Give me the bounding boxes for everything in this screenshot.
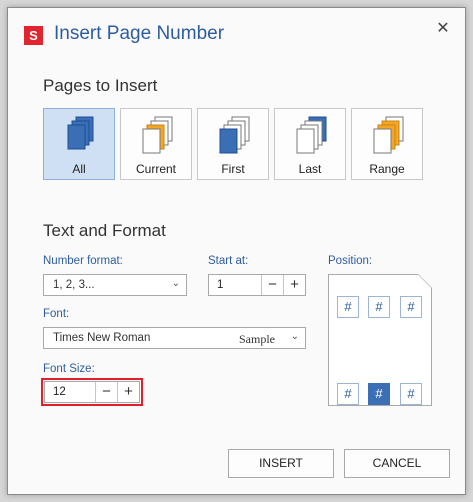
- font-size-stepper[interactable]: − +: [41, 378, 143, 406]
- font-size-decrement-button[interactable]: −: [95, 382, 117, 402]
- page-option-last[interactable]: Last: [274, 108, 346, 180]
- position-top-right-button[interactable]: #: [400, 296, 422, 318]
- position-bottom-left-button[interactable]: #: [337, 383, 359, 405]
- cancel-button[interactable]: CANCEL: [344, 449, 450, 478]
- dialog-title: Insert Page Number: [54, 23, 225, 44]
- start-at-input[interactable]: [209, 275, 261, 295]
- last-page-icon: [296, 116, 327, 154]
- page-option-all[interactable]: All: [43, 108, 115, 180]
- text-and-format-heading: Text and Format: [43, 221, 166, 240]
- start-at-decrement-button[interactable]: −: [261, 275, 283, 295]
- font-size-label: Font Size:: [43, 363, 95, 375]
- chevron-down-icon: ⌄: [290, 331, 299, 342]
- font-sample: Sample: [239, 332, 275, 346]
- start-at-label: Start at:: [208, 255, 249, 267]
- font-value: Times New Roman: [53, 332, 151, 344]
- position-top-left-button[interactable]: #: [337, 296, 359, 318]
- number-format-select[interactable]: 1, 2, 3... ⌄: [43, 274, 187, 296]
- app-logo: S: [24, 26, 43, 45]
- position-bottom-center-button[interactable]: #: [368, 383, 390, 405]
- first-page-icon: [219, 116, 250, 154]
- pages-to-insert-heading: Pages to Insert: [43, 76, 158, 95]
- number-format-label: Number format:: [43, 255, 123, 267]
- page-option-current[interactable]: Current: [120, 108, 192, 180]
- position-bottom-right-button[interactable]: #: [400, 383, 422, 405]
- chevron-down-icon: ⌄: [171, 278, 180, 289]
- number-format-value: 1, 2, 3...: [53, 279, 95, 291]
- page-option-label: Range: [369, 162, 405, 176]
- title-bar: S Insert Page Number ✕: [8, 8, 465, 60]
- insert-button[interactable]: INSERT: [228, 449, 334, 478]
- start-at-stepper[interactable]: − +: [208, 274, 306, 296]
- insert-page-number-dialog: S Insert Page Number ✕ Pages to Insert A…: [7, 7, 466, 495]
- position-top-center-button[interactable]: #: [368, 296, 390, 318]
- font-size-increment-button[interactable]: +: [117, 382, 139, 402]
- range-pages-icon: [373, 116, 404, 154]
- position-page-preview: # # # # # #: [328, 274, 432, 406]
- position-label: Position:: [328, 255, 373, 267]
- all-pages-icon: [67, 116, 94, 150]
- current-page-icon: [142, 116, 173, 154]
- page-option-label: Last: [298, 162, 322, 176]
- page-option-first[interactable]: First: [197, 108, 269, 180]
- page-option-label: All: [72, 162, 86, 176]
- page-fold: [418, 274, 432, 288]
- page-option-label: First: [221, 162, 245, 176]
- start-at-increment-button[interactable]: +: [283, 275, 305, 295]
- page-option-label: Current: [135, 162, 176, 176]
- font-label: Font:: [43, 308, 70, 320]
- font-select[interactable]: Times New Roman Sample ⌄: [43, 327, 306, 349]
- page-option-range[interactable]: Range: [351, 108, 423, 180]
- font-size-input[interactable]: [45, 382, 95, 402]
- close-icon[interactable]: ✕: [434, 20, 452, 38]
